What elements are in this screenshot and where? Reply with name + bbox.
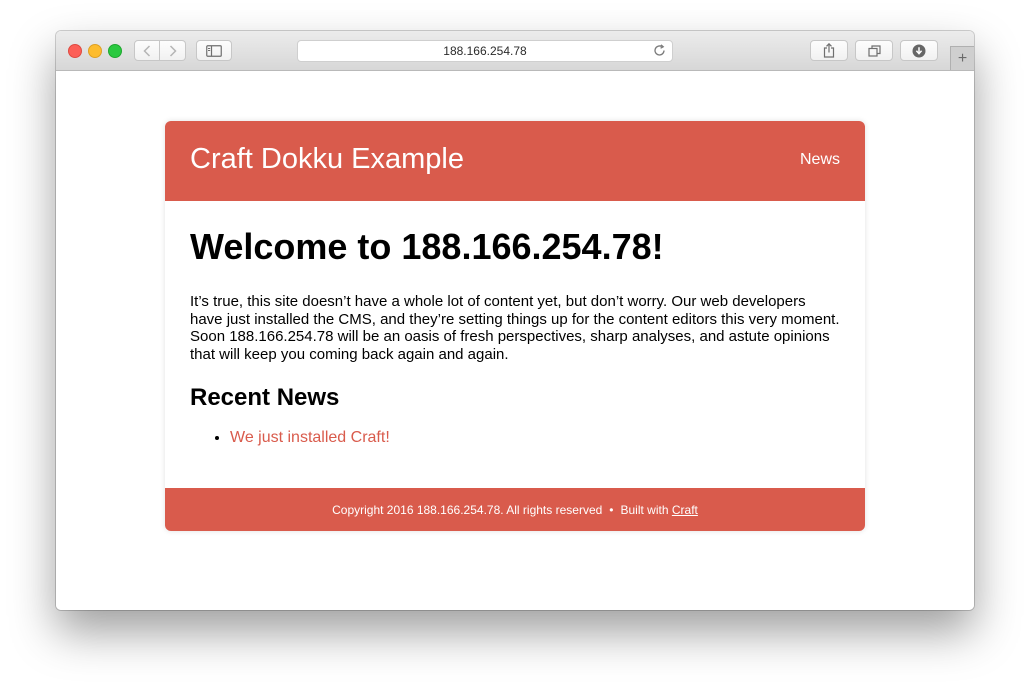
sidebar-icon bbox=[206, 44, 222, 57]
news-list: We just installed Craft! bbox=[190, 429, 840, 447]
nav-news-link[interactable]: News bbox=[800, 151, 840, 169]
downloads-button[interactable] bbox=[900, 40, 938, 61]
reload-icon[interactable] bbox=[653, 44, 666, 60]
minimize-window-button[interactable] bbox=[88, 44, 102, 58]
back-button[interactable] bbox=[134, 40, 160, 61]
close-window-button[interactable] bbox=[68, 44, 82, 58]
site-header: Craft Dokku Example News bbox=[165, 121, 865, 201]
site-footer: Copyright 2016 188.166.254.78. All right… bbox=[165, 488, 865, 531]
new-tab-button[interactable]: + bbox=[950, 46, 974, 70]
site-main: Welcome to 188.166.254.78! It’s true, th… bbox=[190, 201, 840, 447]
share-icon bbox=[823, 43, 835, 58]
footer-separator: • bbox=[609, 502, 614, 517]
plus-icon: + bbox=[957, 49, 968, 67]
show-sidebar-button[interactable] bbox=[196, 40, 232, 61]
tabs-icon bbox=[867, 44, 881, 57]
url-text: 188.166.254.78 bbox=[443, 44, 527, 58]
download-icon bbox=[912, 44, 926, 58]
recent-news-heading: Recent News bbox=[190, 384, 340, 411]
forward-button[interactable] bbox=[160, 40, 186, 61]
news-list-item: We just installed Craft! bbox=[230, 429, 840, 447]
craft-link[interactable]: Craft bbox=[672, 503, 698, 517]
built-with-text: Built with bbox=[620, 502, 669, 517]
news-item-link[interactable]: We just installed Craft! bbox=[230, 429, 390, 446]
page-viewport: Craft Dokku Example News Welcome to 188.… bbox=[56, 71, 974, 610]
address-bar[interactable]: 188.166.254.78 bbox=[297, 40, 673, 62]
copyright-text: Copyright 2016 188.166.254.78. All right… bbox=[332, 502, 603, 517]
zoom-window-button[interactable] bbox=[108, 44, 122, 58]
page-heading: Welcome to 188.166.254.78! bbox=[190, 226, 664, 267]
site-title-link[interactable]: Craft Dokku Example bbox=[190, 143, 464, 176]
forward-arrow-icon bbox=[169, 44, 177, 57]
site-container: Craft Dokku Example News Welcome to 188.… bbox=[165, 121, 865, 531]
browser-window: 188.166.254.78 + Craft Dokku Example New… bbox=[56, 31, 974, 610]
browser-toolbar: 188.166.254.78 + bbox=[56, 31, 974, 71]
show-all-tabs-button[interactable] bbox=[855, 40, 893, 61]
share-button[interactable] bbox=[810, 40, 848, 61]
intro-paragraph: It’s true, this site doesn’t have a whol… bbox=[190, 293, 840, 363]
back-arrow-icon bbox=[143, 44, 151, 57]
